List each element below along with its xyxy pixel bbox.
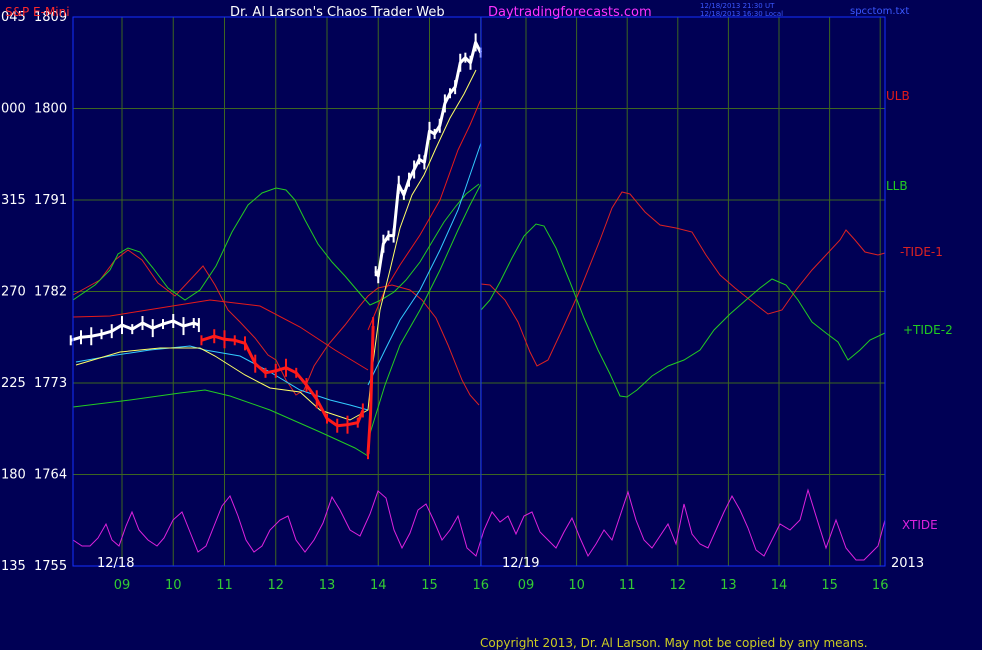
x-tick-label: 12 xyxy=(670,578,687,593)
x-tick-label: 12 xyxy=(267,578,284,593)
date-label-day2: 12/19 xyxy=(502,556,539,571)
y-axis-labels: 045 1809000 1800315 1791270 1782225 1773180 17… xyxy=(1,10,67,574)
x-tick-label: 15 xyxy=(421,578,438,593)
x-tick-label: 15 xyxy=(821,578,838,593)
x-tick-label: 09 xyxy=(114,578,131,593)
legend-xtide: XTIDE xyxy=(902,518,938,532)
price-segment xyxy=(374,40,483,278)
y-tick-label: 1782 xyxy=(34,285,67,300)
date-label-day1: 12/18 xyxy=(97,556,134,571)
chart-curves xyxy=(72,69,886,561)
legend-tide-minus: -TIDE-1 xyxy=(900,245,943,259)
tide-minus-day2-line xyxy=(480,191,886,367)
y-tick-label-alt: 270 xyxy=(1,285,26,300)
chart-grid xyxy=(73,16,885,567)
year-label: 2013 xyxy=(891,556,924,571)
ma-cyan-line xyxy=(75,345,369,411)
ma-cyan-rally-line xyxy=(367,142,482,386)
legend-llb: LLB xyxy=(886,179,908,193)
x-tick-label: 10 xyxy=(165,578,182,593)
price-segment xyxy=(366,326,375,455)
x-axis-labels: 09 10 11 12 13 14 15 16 09 10 11 12 13 14 15 16 xyxy=(114,578,889,593)
tide-plus-day2-line xyxy=(480,223,886,398)
legend-ulb: ULB xyxy=(886,89,910,103)
copyright-notice: Copyright 2013, Dr. Al Larson. May not b… xyxy=(480,636,868,650)
y-tick-label: 1791 xyxy=(34,193,67,208)
author-title: Dr. Al Larson's Chaos Trader Web xyxy=(230,5,445,20)
y-tick-label: 1755 xyxy=(34,559,67,574)
y-tick-label-alt: 180 xyxy=(1,468,26,483)
data-filename: spcctom.txt xyxy=(850,6,909,17)
legend-tide-plus: +TIDE-2 xyxy=(903,323,953,337)
llb-day1-rally-line xyxy=(367,183,482,441)
x-tick-label: 16 xyxy=(472,578,489,593)
price-chart: 045 1809000 1800315 1791270 1782225 1773180 17… xyxy=(1,2,953,650)
ulb-day1-rally-line xyxy=(367,98,482,331)
x-tick-label: 14 xyxy=(771,578,788,593)
x-tick-label: 14 xyxy=(370,578,387,593)
y-tick-label: 1800 xyxy=(34,102,67,117)
timestamp-local: 12/18/2013 16:30 Local xyxy=(700,10,783,18)
x-tick-label: 11 xyxy=(216,578,233,593)
x-tick-label: 16 xyxy=(872,578,889,593)
x-tick-label: 13 xyxy=(319,578,336,593)
y-tick-label-alt: 315 xyxy=(1,193,26,208)
price-segment xyxy=(70,319,200,342)
y-tick-label: 1773 xyxy=(34,376,67,391)
x-tick-label: 11 xyxy=(619,578,636,593)
llb-day1-line xyxy=(72,389,369,457)
instrument-title: S&P E-Mini xyxy=(5,5,70,19)
x-tick-label: 09 xyxy=(518,578,535,593)
y-tick-label-alt: 225 xyxy=(1,376,26,391)
y-tick-label: 1764 xyxy=(34,468,67,483)
y-tick-label-alt: 000 xyxy=(1,102,26,117)
website-link[interactable]: Daytradingforecasts.com xyxy=(488,5,652,20)
price-segment xyxy=(200,334,365,428)
timestamp-ut: 12/18/2013 21:30 UT xyxy=(700,2,775,10)
y-tick-label-alt: 135 xyxy=(1,559,26,574)
x-tick-label: 10 xyxy=(568,578,585,593)
xtide-line xyxy=(72,488,886,561)
x-tick-label: 13 xyxy=(720,578,737,593)
